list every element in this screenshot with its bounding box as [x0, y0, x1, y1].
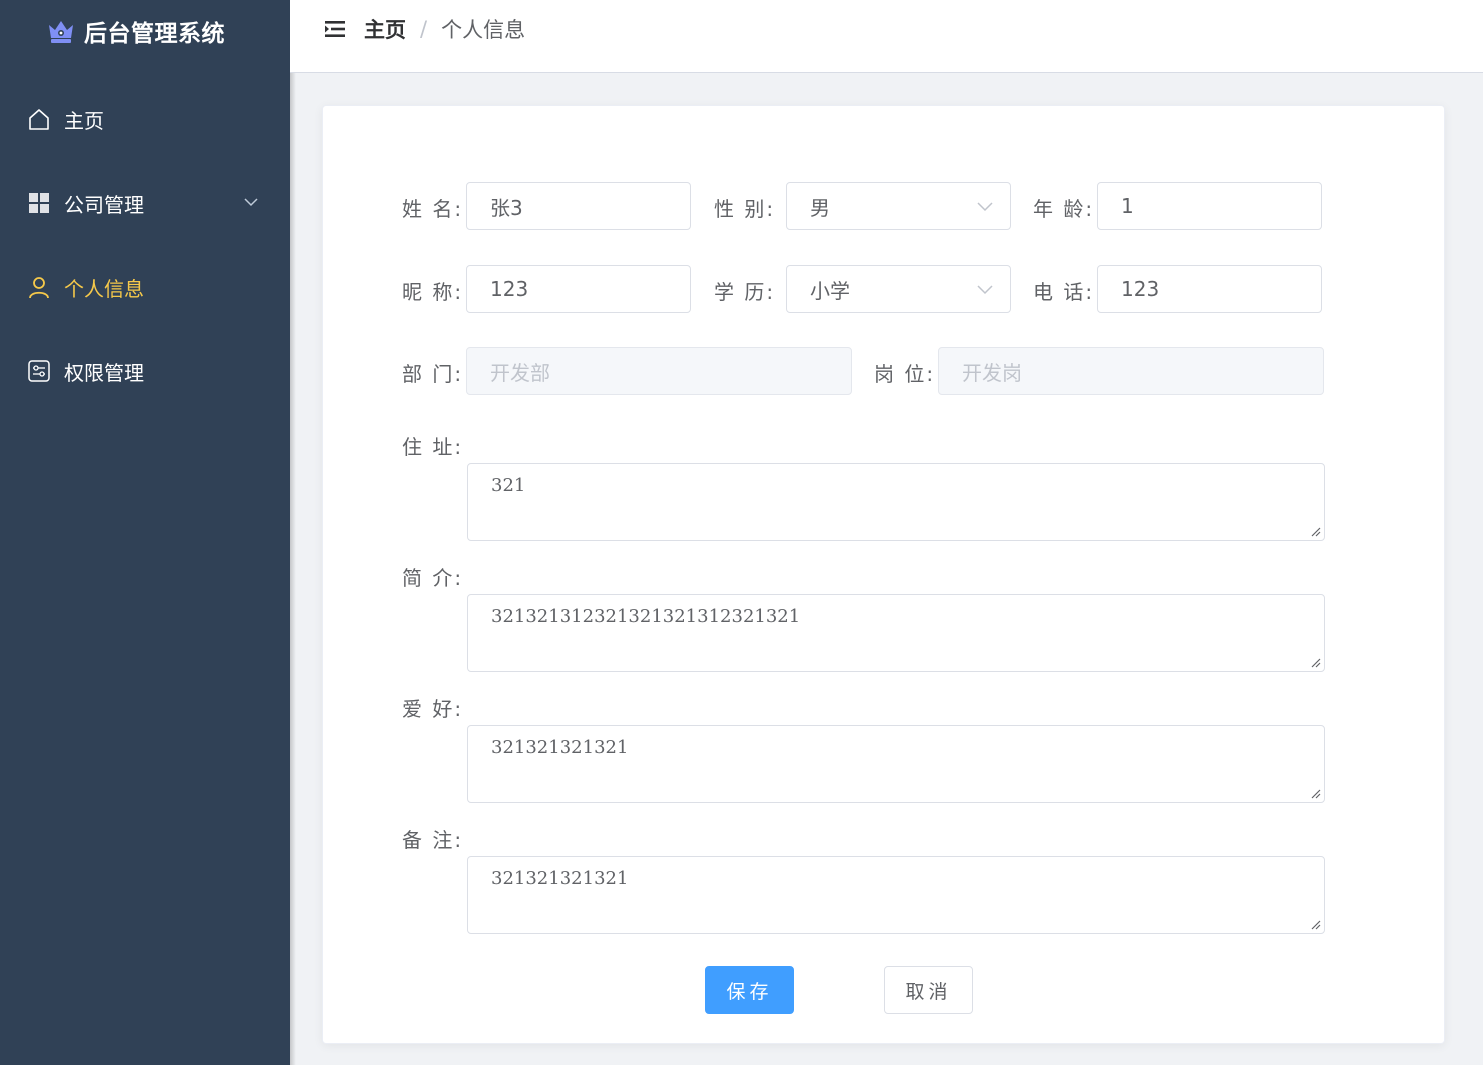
sidebar-item-home[interactable]: 主页: [0, 91, 290, 147]
position-input: 开发岗: [938, 347, 1324, 395]
sidebar-item-label: 权限管理: [64, 360, 144, 385]
gender-select[interactable]: 男: [786, 182, 1011, 230]
name-value: 张3: [490, 195, 523, 220]
education-value: 小学: [810, 278, 850, 303]
sidebar: 后台管理系统 主页 公司管理 个人信息 权限管理: [0, 0, 290, 1065]
hobby-textarea[interactable]: 321321321321: [467, 725, 1325, 803]
age-value: 1: [1121, 194, 1134, 218]
department-input: 开发部: [466, 347, 852, 395]
breadcrumb-separator: /: [420, 17, 428, 41]
phone-input[interactable]: 123: [1097, 265, 1322, 313]
gender-label: 性 别:: [714, 197, 776, 221]
name-input[interactable]: 张3: [466, 182, 691, 230]
intro-value: 32132131232132132131232132​1: [491, 606, 801, 627]
chevron-down-icon: [977, 202, 993, 212]
intro-label: 简 介:: [402, 566, 464, 590]
gender-value: 男: [810, 195, 830, 220]
remark-label: 备 注:: [402, 828, 464, 852]
home-icon: [26, 106, 52, 132]
age-label: 年 龄:: [1033, 197, 1095, 221]
sidebar-item-company[interactable]: 公司管理: [0, 175, 290, 231]
sidebar-item-label: 个人信息: [64, 276, 144, 301]
position-label: 岗 位:: [874, 362, 936, 386]
address-value: 321: [491, 475, 526, 496]
hobby-value: 321321321321: [491, 737, 629, 758]
header: 主页 / 个人信息: [290, 0, 1483, 73]
cancel-button-label: 取消: [905, 980, 952, 1003]
intro-textarea[interactable]: 32132131232132132131232132​1: [467, 594, 1325, 672]
nickname-value: 123: [490, 277, 529, 301]
chevron-down-icon: [244, 198, 258, 207]
sidebar-shadow: [290, 0, 296, 1065]
user-icon: [26, 274, 52, 300]
resize-handle-icon[interactable]: [1309, 918, 1321, 930]
department-label: 部 门:: [402, 362, 464, 386]
app-title: 后台管理系统: [84, 21, 225, 47]
breadcrumb: 主页 / 个人信息: [364, 14, 525, 44]
logo: 后台管理系统: [46, 14, 225, 48]
menu-fold-icon[interactable]: [324, 18, 346, 40]
crown-logo-icon: [49, 21, 73, 43]
remark-textarea[interactable]: 321321321321: [467, 856, 1325, 934]
save-button-label: 保存: [726, 980, 773, 1003]
address-label: 住 址:: [402, 435, 464, 459]
sidebar-item-permission[interactable]: 权限管理: [0, 343, 290, 399]
sidebar-item-label: 公司管理: [64, 192, 144, 217]
resize-handle-icon[interactable]: [1309, 525, 1321, 537]
phone-label: 电 话:: [1033, 280, 1095, 304]
cancel-button[interactable]: 取消: [884, 966, 973, 1014]
resize-handle-icon[interactable]: [1309, 787, 1321, 799]
phone-value: 123: [1121, 277, 1160, 301]
position-placeholder: 开发岗: [962, 360, 1022, 385]
remark-value: 321321321321: [491, 868, 629, 889]
hobby-label: 爱 好:: [402, 697, 464, 721]
education-select[interactable]: 小学: [786, 265, 1011, 313]
chevron-down-icon: [977, 285, 993, 295]
sidebar-item-label: 主页: [64, 108, 104, 133]
address-textarea[interactable]: 321: [467, 463, 1325, 541]
nickname-input[interactable]: 123: [466, 265, 691, 313]
sidebar-item-profile[interactable]: 个人信息: [0, 259, 290, 315]
nickname-label: 昵 称:: [402, 280, 464, 304]
education-label: 学 历:: [714, 280, 776, 304]
department-placeholder: 开发部: [490, 360, 550, 385]
save-button[interactable]: 保存: [705, 966, 794, 1014]
name-label: 姓 名:: [402, 197, 464, 221]
breadcrumb-current: 个人信息: [441, 18, 526, 42]
permission-icon: [26, 358, 52, 384]
resize-handle-icon[interactable]: [1309, 656, 1321, 668]
age-input[interactable]: 1: [1097, 182, 1322, 230]
grid-icon: [26, 190, 52, 216]
breadcrumb-home[interactable]: 主页: [364, 14, 406, 44]
